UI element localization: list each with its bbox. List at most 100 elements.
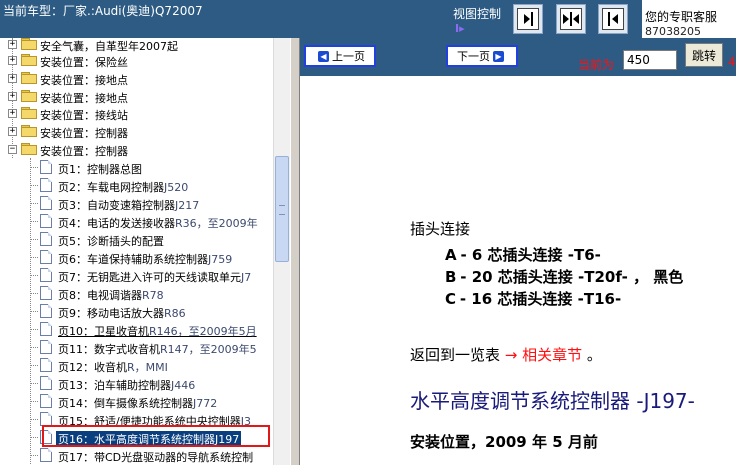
view-control-label: 视图控制 bbox=[453, 7, 502, 21]
panel-right-icon bbox=[517, 8, 539, 30]
page-title: 电话的发送接收器 bbox=[87, 217, 175, 230]
tree-folder-label: 安装位置：保险丝 bbox=[40, 56, 128, 69]
page-prefix: 页14： bbox=[58, 397, 94, 410]
document-icon bbox=[40, 376, 52, 390]
document-content: 插头连接 A - 6 芯插头连接 -T6- B - 20 芯插头连接 -T20f… bbox=[300, 76, 736, 465]
page-prefix: 页3： bbox=[58, 199, 87, 212]
tree-panel: + 安全气囊，自革型年2007起 + 安装位置：保险丝 + 安装位置：接地点 +… bbox=[0, 38, 273, 465]
tree-folder[interactable]: + 安装位置：控制器 bbox=[0, 123, 273, 141]
expand-icon[interactable]: + bbox=[8, 40, 17, 49]
expand-icon[interactable]: + bbox=[8, 56, 17, 65]
current-page-label: 当前为 bbox=[578, 58, 615, 72]
folder-icon bbox=[21, 72, 37, 84]
tree-folder[interactable]: + 安装位置：保险丝 bbox=[0, 52, 273, 70]
next-page-button[interactable]: 下一页 ▶ bbox=[446, 45, 518, 67]
pin-row: C - 16 芯插头连接 -T16- bbox=[445, 288, 621, 309]
folder-icon bbox=[21, 125, 37, 137]
tree-page-item[interactable]: 页13：泊车辅助控制器J446 bbox=[0, 375, 273, 393]
page-prefix: 页11： bbox=[58, 343, 94, 356]
tree-page-item[interactable]: 页4：电话的发送接收器R36，至2009年 bbox=[0, 213, 273, 231]
grip-icon bbox=[279, 205, 285, 215]
page-prefix: 页8： bbox=[58, 289, 87, 302]
tree-page-item[interactable]: 页7：无钥匙进入许可的天线读取单元J7 bbox=[0, 267, 273, 285]
tree-page-item[interactable]: 页14：倒车摄像系统控制器J772 bbox=[0, 393, 273, 411]
page-nav-bar: ◀上一页 下一页▶ 当前为 跳转 4 bbox=[300, 38, 736, 76]
page-number-input[interactable] bbox=[623, 50, 677, 70]
pin-letter: C bbox=[445, 290, 457, 308]
expand-icon[interactable]: + bbox=[8, 74, 17, 83]
tree-page-item[interactable]: 页12：收音机R，MMI bbox=[0, 357, 273, 375]
tree-folder[interactable]: + 安装位置：接地点 bbox=[0, 70, 273, 88]
page-title: 倒车摄像系统控制器 bbox=[94, 397, 193, 410]
tree-folder[interactable]: + 安装位置：接线站 bbox=[0, 105, 273, 123]
tree-page-item[interactable]: 页6：车道保持辅助系统控制器J759 bbox=[0, 249, 273, 267]
page-prefix: 页5： bbox=[58, 235, 87, 248]
page-code: R147，至2009年5 bbox=[160, 343, 257, 356]
tree-page-item[interactable]: 页11：数字式收音机R147，至2009年5 bbox=[0, 339, 273, 357]
document-icon bbox=[40, 358, 52, 372]
arrow-right-icon: ▶ bbox=[493, 50, 504, 62]
page-prefix: 页7： bbox=[58, 271, 87, 284]
prev-page-button[interactable]: ◀ 上一页 bbox=[304, 45, 376, 67]
page-prefix: 页10： bbox=[58, 325, 94, 338]
service-label: 您的专职客服 bbox=[645, 10, 718, 24]
tree-page-item[interactable]: 页9：移动电话放大器R86 bbox=[0, 303, 273, 321]
tree-page-item[interactable]: 页5：诊断插头的配置 bbox=[0, 231, 273, 249]
panel-split-icon bbox=[560, 8, 582, 30]
page-code: J520 bbox=[164, 181, 189, 194]
document-icon bbox=[40, 304, 52, 318]
page-prefix: 页4： bbox=[58, 217, 87, 230]
page-title: 车道保持辅助系统控制器 bbox=[87, 253, 208, 266]
view-right-panel-button[interactable] bbox=[513, 4, 543, 34]
document-icon bbox=[40, 340, 52, 354]
expand-icon[interactable]: + bbox=[8, 109, 17, 118]
page-code: J217 bbox=[175, 199, 200, 212]
folder-icon bbox=[21, 90, 37, 102]
folder-icon bbox=[21, 107, 37, 119]
document-icon bbox=[40, 268, 52, 282]
prev-page-label: 上一页 bbox=[332, 50, 365, 63]
page-prefix: 页2： bbox=[58, 181, 87, 194]
tree-scrollbar[interactable] bbox=[273, 38, 290, 465]
document-icon bbox=[40, 250, 52, 264]
tree-folder-label: 安装位置：接线站 bbox=[40, 109, 128, 122]
service-phone: 87038205 bbox=[645, 25, 701, 38]
page-code: R146，至2009年5月 bbox=[149, 325, 257, 338]
tree-folder-label: 安装位置：控制器 bbox=[40, 127, 128, 140]
back-prefix: 返回到一览表 bbox=[410, 346, 501, 364]
page-code: R36，至2009年 bbox=[175, 217, 258, 230]
page-code: J446 bbox=[171, 379, 196, 392]
page-title: 电视调谐器 bbox=[87, 289, 142, 302]
tree-page-item[interactable]: 页10：卫星收音机R146，至2009年5月 bbox=[0, 321, 273, 339]
view-left-panel-button[interactable] bbox=[598, 4, 628, 34]
expand-icon[interactable]: + bbox=[8, 92, 17, 101]
tree-page-item[interactable]: 页8：电视调谐器R78 bbox=[0, 285, 273, 303]
back-to-overview-line: 返回到一览表 → 相关章节 。 bbox=[410, 344, 602, 365]
page-code: R78 bbox=[142, 289, 164, 302]
page-prefix: 页1： bbox=[58, 163, 87, 176]
expand-icon[interactable]: + bbox=[8, 127, 17, 136]
page-prefix: 页17： bbox=[58, 451, 94, 464]
page-prefix: 页12： bbox=[58, 361, 94, 374]
page-title: 车载电网控制器 bbox=[87, 181, 164, 194]
pin-row: A - 6 芯插头连接 -T6- bbox=[445, 244, 601, 265]
pin-description: - 20 芯插头连接 -T20f- ， 黑色 bbox=[460, 268, 684, 286]
selection-highlight-box bbox=[42, 425, 270, 447]
tree-page-item[interactable]: 页1：控制器总图 bbox=[0, 159, 273, 177]
tree-page-item[interactable]: 页3：自动变速箱控制器J217 bbox=[0, 195, 273, 213]
jump-button[interactable]: 跳转 bbox=[685, 43, 723, 67]
tree-page-item[interactable]: 页17：带CD光盘驱动器的导航系统控制 bbox=[0, 447, 273, 465]
scrollbar-thumb[interactable] bbox=[275, 156, 289, 262]
document-icon bbox=[40, 394, 52, 408]
tree-folder-expanded[interactable]: − 安装位置：控制器 bbox=[0, 141, 273, 159]
tree-folder-label: 安装位置：接地点 bbox=[40, 92, 128, 105]
tree-page-item[interactable]: 页2：车载电网控制器J520 bbox=[0, 177, 273, 195]
view-split-button[interactable] bbox=[556, 4, 586, 34]
folder-icon bbox=[21, 38, 37, 50]
panel-splitter[interactable] bbox=[290, 38, 300, 465]
collapse-icon[interactable]: − bbox=[8, 145, 17, 154]
tree-folder[interactable]: + 安装位置：接地点 bbox=[0, 88, 273, 106]
back-suffix: 。 bbox=[582, 346, 602, 364]
related-chapter-link[interactable]: → 相关章节 bbox=[505, 346, 582, 364]
page-title: 无钥匙进入许可的天线读取单元 bbox=[87, 271, 241, 284]
